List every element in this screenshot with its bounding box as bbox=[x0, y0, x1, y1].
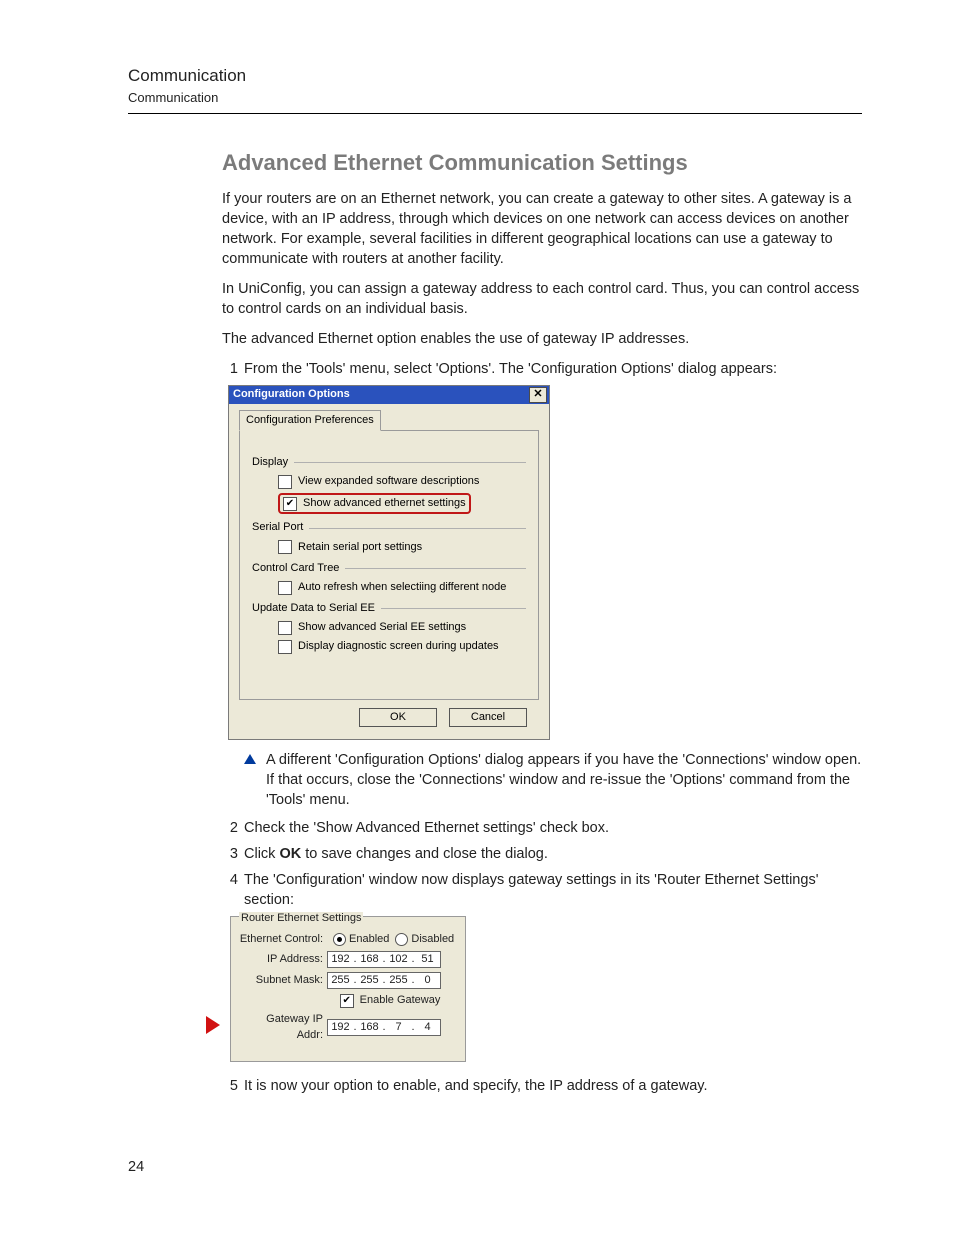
step-3: 3 Click OK to save changes and close the… bbox=[222, 844, 862, 864]
step-number: 5 bbox=[222, 1076, 238, 1096]
step-text-pre: Click bbox=[244, 846, 279, 862]
page-number: 24 bbox=[128, 1157, 144, 1177]
step-1: 1 From the 'Tools' menu, select 'Options… bbox=[222, 359, 862, 379]
step-text: From the 'Tools' menu, select 'Options'.… bbox=[244, 359, 862, 379]
paragraph: If your routers are on an Ethernet netwo… bbox=[222, 189, 862, 269]
tab-configuration-preferences[interactable]: Configuration Preferences bbox=[239, 410, 381, 431]
paragraph: In UniConfig, you can assign a gateway a… bbox=[222, 279, 862, 319]
note-text: A different 'Configuration Options' dial… bbox=[266, 750, 862, 810]
group-label-update: Update Data to Serial EE bbox=[252, 601, 375, 616]
header-subtitle: Communication bbox=[128, 89, 862, 107]
radio-disabled[interactable] bbox=[395, 933, 408, 946]
checkbox-label: Show advanced ethernet settings bbox=[303, 496, 466, 511]
ip-octet[interactable]: 255 bbox=[357, 973, 382, 988]
checkbox-show-advanced-ethernet[interactable] bbox=[283, 497, 297, 511]
checkbox-display-diag[interactable] bbox=[278, 640, 292, 654]
radio-disabled-label: Disabled bbox=[411, 932, 454, 947]
group-label-display: Display bbox=[252, 455, 288, 470]
checkbox-retain-serial[interactable] bbox=[278, 540, 292, 554]
cancel-button[interactable]: Cancel bbox=[449, 708, 527, 727]
highlight-show-advanced-ethernet: Show advanced ethernet settings bbox=[278, 493, 471, 514]
radio-enabled-label: Enabled bbox=[349, 932, 389, 947]
close-icon[interactable]: ✕ bbox=[529, 387, 547, 403]
subnet-mask-label: Subnet Mask: bbox=[239, 973, 323, 988]
triangle-right-icon bbox=[206, 1016, 220, 1034]
ip-octet[interactable]: 255 bbox=[328, 973, 353, 988]
gateway-ip-label: Gateway IP Addr: bbox=[239, 1012, 323, 1042]
step-text-bold: OK bbox=[279, 846, 301, 862]
step-text: Check the 'Show Advanced Ethernet settin… bbox=[244, 818, 862, 838]
paragraph: The advanced Ethernet option enables the… bbox=[222, 329, 862, 349]
router-ethernet-settings-panel: Router Ethernet Settings Ethernet Contro… bbox=[230, 916, 466, 1062]
step-text: It is now your option to enable, and spe… bbox=[244, 1076, 862, 1096]
ip-octet[interactable]: 192 bbox=[328, 952, 353, 967]
step-text: Click OK to save changes and close the d… bbox=[244, 844, 862, 864]
checkbox-label: View expanded software descriptions bbox=[298, 474, 479, 489]
ok-button[interactable]: OK bbox=[359, 708, 437, 727]
page-header: Communication Communication bbox=[128, 64, 862, 114]
ip-octet[interactable]: 51 bbox=[415, 952, 440, 967]
ip-octet[interactable]: 192 bbox=[328, 1020, 353, 1035]
step-text: The 'Configuration' window now displays … bbox=[244, 870, 862, 910]
ip-octet[interactable]: 0 bbox=[415, 973, 440, 988]
checkbox-enable-gateway[interactable] bbox=[340, 994, 354, 1008]
triangle-up-icon bbox=[244, 754, 256, 764]
step-number: 1 bbox=[222, 359, 238, 379]
ip-address-input[interactable]: 192. 168. 102. 51 bbox=[327, 951, 441, 968]
ip-octet[interactable]: 102 bbox=[386, 952, 411, 967]
tab-page: Display View expanded software descripti… bbox=[239, 430, 539, 700]
step-number: 2 bbox=[222, 818, 238, 838]
group-label-serial: Serial Port bbox=[252, 520, 303, 535]
ip-address-label: IP Address: bbox=[239, 952, 323, 967]
radio-enabled[interactable] bbox=[333, 933, 346, 946]
panel-legend: Router Ethernet Settings bbox=[239, 912, 363, 924]
step-5: 5 It is now your option to enable, and s… bbox=[222, 1076, 862, 1096]
checkbox-auto-refresh[interactable] bbox=[278, 581, 292, 595]
dialog-titlebar: Configuration Options ✕ bbox=[229, 386, 549, 404]
step-text-post: to save changes and close the dialog. bbox=[301, 846, 548, 862]
ip-octet[interactable]: 255 bbox=[386, 973, 411, 988]
step-number: 3 bbox=[222, 844, 238, 864]
header-title: Communication bbox=[128, 64, 862, 87]
ethernet-control-label: Ethernet Control: bbox=[239, 932, 323, 947]
page-content: Advanced Ethernet Communication Settings… bbox=[222, 148, 862, 1095]
router-ethernet-settings-wrapper: Router Ethernet Settings Ethernet Contro… bbox=[222, 916, 862, 1062]
checkbox-label: Display diagnostic screen during updates bbox=[298, 639, 499, 654]
enable-gateway-label: Enable Gateway bbox=[360, 993, 441, 1008]
ip-octet[interactable]: 168 bbox=[357, 1020, 382, 1035]
gateway-ip-input[interactable]: 192. 168. 7. 4 bbox=[327, 1019, 441, 1036]
header-rule bbox=[128, 113, 862, 114]
checkbox-label: Auto refresh when selectiing different n… bbox=[298, 580, 506, 595]
note: A different 'Configuration Options' dial… bbox=[244, 750, 862, 810]
checkbox-label: Retain serial port settings bbox=[298, 540, 422, 555]
configuration-options-dialog: Configuration Options ✕ Configuration Pr… bbox=[228, 385, 550, 740]
group-label-tree: Control Card Tree bbox=[252, 561, 339, 576]
checkbox-view-expanded[interactable] bbox=[278, 475, 292, 489]
step-4: 4 The 'Configuration' window now display… bbox=[222, 870, 862, 910]
section-heading: Advanced Ethernet Communication Settings bbox=[222, 148, 862, 178]
ip-octet[interactable]: 4 bbox=[415, 1020, 440, 1035]
step-2: 2 Check the 'Show Advanced Ethernet sett… bbox=[222, 818, 862, 838]
checkbox-show-adv-ee[interactable] bbox=[278, 621, 292, 635]
subnet-mask-input[interactable]: 255. 255. 255. 0 bbox=[327, 972, 441, 989]
ip-octet[interactable]: 7 bbox=[386, 1020, 411, 1035]
dialog-title: Configuration Options bbox=[233, 387, 350, 402]
step-number: 4 bbox=[222, 870, 238, 910]
checkbox-label: Show advanced Serial EE settings bbox=[298, 620, 466, 635]
ip-octet[interactable]: 168 bbox=[357, 952, 382, 967]
